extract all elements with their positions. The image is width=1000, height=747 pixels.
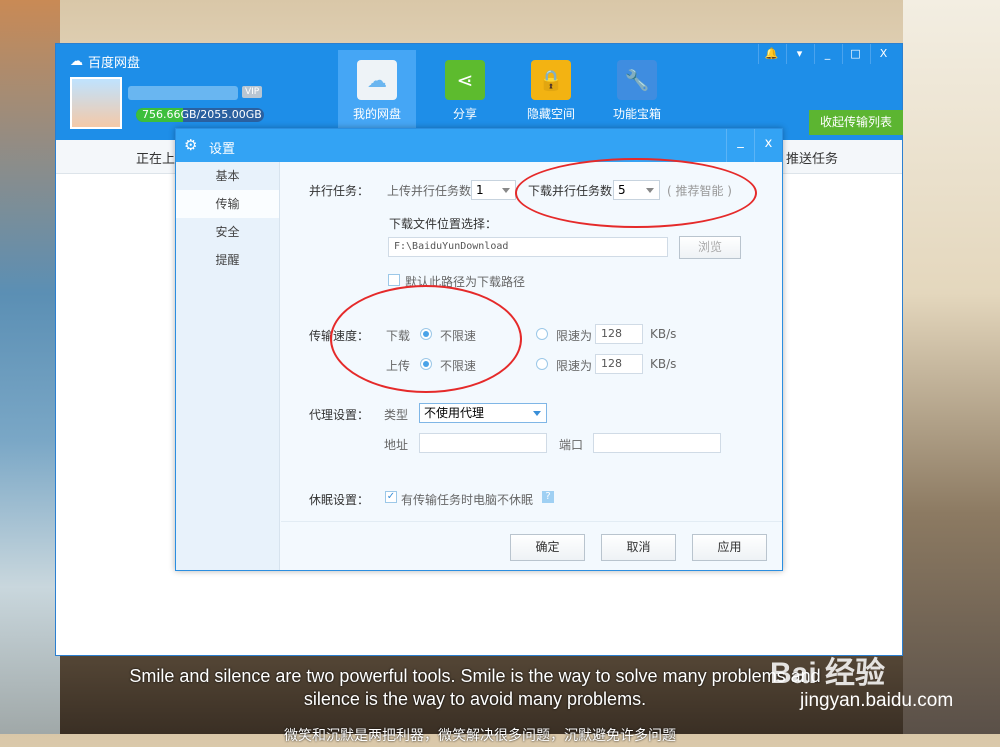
watermark-url: jingyan.baidu.com bbox=[800, 690, 954, 711]
upload-limit-radio[interactable] bbox=[536, 358, 548, 370]
sidebar-item-transfer[interactable]: 传输 bbox=[176, 190, 279, 218]
upload-parallel-select[interactable]: 1 bbox=[471, 180, 516, 200]
baidu-jingyan-watermark: Bai 经验 bbox=[770, 657, 886, 690]
sidebar-item-reminder[interactable]: 提醒 bbox=[176, 246, 279, 274]
download-limit-label: 限速为 bbox=[556, 329, 593, 343]
proxy-type-label: 类型 bbox=[384, 408, 409, 422]
upload-parallel-label: 上传并行任务数 bbox=[387, 184, 472, 198]
divider bbox=[281, 521, 782, 522]
browse-button[interactable]: 浏览 bbox=[679, 236, 741, 259]
proxy-type-select[interactable]: 不使用代理 bbox=[419, 403, 547, 423]
caption-en: Smile and silence are two powerful tools… bbox=[60, 665, 890, 711]
ok-button[interactable]: 确定 bbox=[510, 534, 585, 561]
nav-toolbox[interactable]: 🔧 功能宝箱 bbox=[598, 50, 676, 134]
dialog-titlebar: ⚙ 设置 _ x bbox=[176, 129, 782, 162]
proxy-label: 代理设置： bbox=[309, 408, 370, 422]
cancel-button[interactable]: 取消 bbox=[601, 534, 676, 561]
avatar[interactable] bbox=[70, 77, 122, 129]
parallel-label: 并行任务： bbox=[309, 184, 370, 198]
caption-line-2: silence is the way to avoid many problem… bbox=[303, 689, 647, 709]
background-photo-left bbox=[0, 0, 60, 734]
annotation-circle-download bbox=[515, 158, 757, 228]
download-path-input[interactable]: F:\BaiduYunDownload bbox=[388, 237, 668, 257]
app-header: ☁ 百度网盘 VIP 756.66GB/2055.00GB ☁ 我的网盘 ⋖ 分享 🔒… bbox=[56, 44, 903, 140]
download-unit-label: KB/s bbox=[650, 327, 677, 341]
settings-sidebar: 基本 传输 安全 提醒 bbox=[176, 162, 280, 570]
background-photo-right bbox=[903, 0, 1000, 734]
quota-bar: 756.66GB/2055.00GB bbox=[136, 108, 264, 122]
default-path-checkbox[interactable] bbox=[388, 274, 400, 286]
tab-uploading[interactable]: 正在上 bbox=[136, 148, 175, 167]
upload-unit-label: KB/s bbox=[650, 357, 677, 371]
share-icon: ⋖ bbox=[445, 60, 485, 100]
username-blurred bbox=[128, 86, 238, 100]
notification-bell-icon[interactable]: 🔔 bbox=[758, 44, 784, 64]
gear-icon: ⚙ bbox=[184, 136, 198, 154]
nav-hidden-space[interactable]: 🔒 隐藏空间 bbox=[512, 50, 590, 134]
proxy-port-label: 端口 bbox=[559, 438, 584, 452]
nav-my-disk[interactable]: ☁ 我的网盘 bbox=[338, 50, 416, 134]
proxy-address-label: 地址 bbox=[384, 438, 409, 452]
tab-push-tasks[interactable]: 推送任务 bbox=[786, 148, 838, 167]
sidebar-item-security[interactable]: 安全 bbox=[176, 218, 279, 246]
proxy-port-input[interactable] bbox=[593, 433, 721, 453]
nav-share[interactable]: ⋖ 分享 bbox=[426, 50, 504, 134]
vip-badge: VIP bbox=[242, 86, 263, 98]
help-icon[interactable]: ? bbox=[542, 491, 554, 503]
sidebar-item-basic[interactable]: 基本 bbox=[176, 162, 279, 190]
annotation-circle-speed bbox=[330, 285, 522, 393]
no-sleep-checkbox[interactable]: ✓ bbox=[385, 491, 397, 503]
caption-line-1: Smile and silence are two powerful tools… bbox=[129, 666, 821, 686]
collapse-transfer-list-button[interactable]: 收起传输列表 bbox=[809, 110, 903, 135]
app-logo: ☁ 百度网盘 bbox=[70, 54, 141, 71]
lock-icon: 🔒 bbox=[531, 60, 571, 100]
location-label: 下载文件位置选择： bbox=[389, 217, 498, 231]
upload-limit-input[interactable]: 128 bbox=[595, 354, 643, 374]
close-button[interactable]: X bbox=[870, 44, 896, 64]
download-limit-radio[interactable] bbox=[536, 328, 548, 340]
sleep-label: 休眠设置： bbox=[309, 493, 370, 507]
wrench-icon: 🔧 bbox=[617, 60, 657, 100]
dialog-minimize-button[interactable]: _ bbox=[726, 129, 754, 162]
upload-limit-label: 限速为 bbox=[556, 359, 593, 373]
menu-dropdown-button[interactable]: ▾ bbox=[786, 44, 812, 64]
caption-zh: 微笑和沉默是两把利器，微笑解决很多问题，沉默避免许多问题 bbox=[284, 727, 676, 743]
dialog-close-button[interactable]: x bbox=[754, 129, 782, 162]
no-sleep-label: 有传输任务时电脑不休眠 bbox=[401, 493, 534, 507]
maximize-button[interactable]: □ bbox=[842, 44, 868, 64]
proxy-address-input[interactable] bbox=[419, 433, 547, 453]
cloud-icon: ☁ bbox=[357, 60, 397, 100]
download-limit-input[interactable]: 128 bbox=[595, 324, 643, 344]
cloud-logo-icon: ☁ bbox=[70, 54, 83, 69]
minimize-button[interactable]: _ bbox=[814, 44, 840, 64]
dialog-title: 设置 bbox=[209, 142, 236, 157]
apply-button[interactable]: 应用 bbox=[692, 534, 767, 561]
